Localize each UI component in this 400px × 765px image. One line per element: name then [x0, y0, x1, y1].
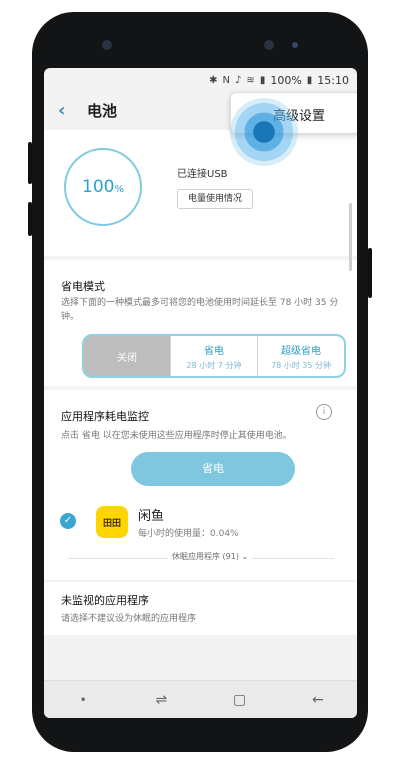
navigation-bar: • ⇌ ▢ ← — [44, 680, 357, 718]
app-checkbox[interactable]: ✓ — [60, 513, 76, 529]
recents-icon[interactable]: ⇌ — [144, 692, 178, 708]
volume-button — [28, 142, 32, 184]
wifi-icon: ≋ — [246, 74, 255, 86]
power-mode-selector: 关闭 省电 28 小时 7 分钟 超级省电 78 小时 35 分钟 — [82, 334, 346, 378]
tap-ripple — [230, 98, 298, 166]
back-icon[interactable]: ‹ — [58, 100, 65, 121]
unmonitored-title: 未监视的应用程序 — [61, 594, 149, 607]
signal-icon: ▮ — [259, 74, 266, 86]
mute-icon: ♪ — [235, 74, 242, 86]
nfc-icon: N — [222, 74, 231, 86]
xianyu-app-icon: 田田 — [96, 506, 128, 538]
power-saving-card: 省电模式 选择下面的一种模式最多可将您的电池使用时间延长至 78 小时 35 分… — [44, 260, 357, 386]
back-nav-icon[interactable]: ← — [301, 692, 335, 708]
power-saving-title: 省电模式 — [61, 280, 105, 293]
battery-status-card: 100% 已连接USB 电量使用情况 — [44, 130, 357, 256]
sensor-icon — [102, 40, 112, 50]
mode-save[interactable]: 省电 28 小时 7 分钟 — [171, 336, 257, 376]
usb-status: 已连接USB — [177, 169, 228, 180]
camera-icon — [264, 40, 274, 50]
power-button — [368, 248, 372, 298]
battery-icon: ▮ — [306, 74, 313, 86]
app-monitor-description: 点击 省电 以在您未使用这些应用程序时停止其使用电池。 — [61, 431, 292, 441]
status-bar: ✱ N ♪ ≋ ▮ 100% ▮ 15:10 — [44, 68, 357, 92]
app-monitor-card: 应用程序耗电监控 i 点击 省电 以在您未使用这些应用程序时停止其使用电池。 省… — [44, 390, 357, 580]
nav-dot-icon[interactable]: • — [66, 693, 100, 707]
top-bezel — [32, 12, 368, 72]
save-power-button[interactable]: 省电 — [131, 452, 295, 486]
page-title: 电池 — [87, 102, 118, 120]
phone-frame: ✱ N ♪ ≋ ▮ 100% ▮ 15:10 ‹ 电池 100% 已连接USB … — [28, 12, 372, 752]
battery-ring: 100% — [64, 148, 142, 226]
power-saving-description: 选择下面的一种模式最多可将您的电池使用时间延长至 78 小时 35 分钟。 — [61, 298, 339, 322]
battery-percent: 100% — [82, 177, 124, 197]
chevron-down-icon: ⌄ — [241, 552, 249, 561]
info-icon[interactable]: i — [316, 404, 332, 420]
scrollbar[interactable] — [349, 203, 352, 271]
unmonitored-apps-row[interactable]: 未监视的应用程序 请选择不建议设为休眠的应用程序 — [44, 582, 357, 635]
bluetooth-icon: ✱ — [209, 74, 218, 86]
bixby-button — [28, 202, 32, 236]
app-name: 闲鱼 — [138, 509, 165, 524]
home-icon[interactable]: ▢ — [223, 692, 257, 708]
mode-super-save[interactable]: 超级省电 78 小时 35 分钟 — [258, 336, 344, 376]
battery-percent-status: 100% — [270, 73, 302, 87]
sleeping-apps-toggle[interactable]: 休眠应用程序 (91) ⌄ — [168, 551, 253, 562]
unmonitored-description: 请选择不建议设为休眠的应用程序 — [61, 614, 197, 624]
battery-usage-button[interactable]: 电量使用情况 — [177, 189, 254, 209]
app-usage: 每小时的使用量：0.04% — [138, 529, 239, 539]
status-time: 15:10 — [317, 73, 349, 87]
camera-dot-icon — [292, 42, 298, 48]
mode-off[interactable]: 关闭 — [84, 336, 170, 376]
app-monitor-title: 应用程序耗电监控 — [61, 410, 149, 423]
screen: ✱ N ♪ ≋ ▮ 100% ▮ 15:10 ‹ 电池 100% 已连接USB … — [44, 68, 357, 718]
